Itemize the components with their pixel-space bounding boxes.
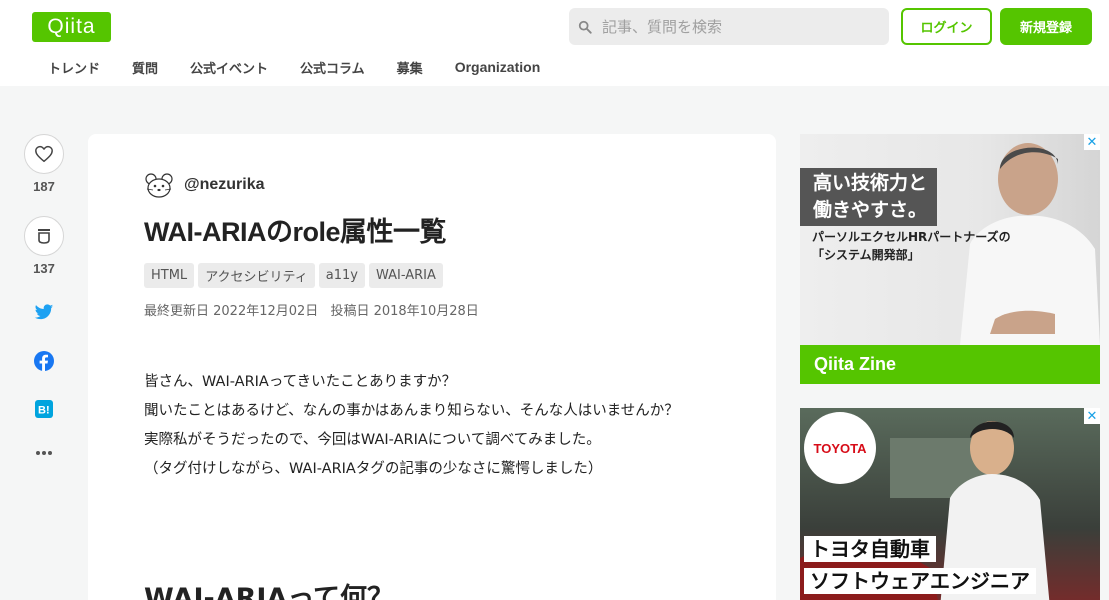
twitter-share[interactable] [24,304,64,321]
tag-list: HTML アクセシビリティ a11y WAI-ARIA [144,263,447,288]
ad-caption-1: トヨタ自動車 [804,536,936,562]
nav-item-recruiting[interactable]: 募集 [397,58,423,77]
nav-item-questions[interactable]: 質問 [132,58,158,77]
sidebar-ad-toyota[interactable]: TOYOTA トヨタ自動車 ソフトウェアエンジニア ✕ [800,408,1100,600]
stock-button[interactable] [24,216,64,256]
nav-item-official-columns[interactable]: 公式コラム [300,58,365,77]
ad-subtext-line-1: パーソルエクセルHRパートナーズの [812,230,1011,244]
paragraph: （タグ付けしながら、WAI-ARIAタグの記事の少なさに驚愕しました） [144,461,603,477]
svg-text:B!: B! [38,405,50,417]
heart-icon [35,145,53,163]
ad-close-icon[interactable]: ✕ [1084,408,1100,424]
qiita-logo[interactable]: Qiita [32,12,111,42]
tag-a11y[interactable]: a11y [318,263,365,288]
tag-html[interactable]: HTML [144,263,195,288]
signup-button[interactable]: 新規登録 [1000,8,1092,45]
section-heading: WAI-ARIAって何？ [144,583,394,600]
paragraph: 聞いたことはあるけど、なんの事かはあんまり知らない、そんな人はいませんか？ [144,403,679,419]
article-card: @nezurika WAI-ARIAのrole属性一覧 HTML アクセシビリテ… [88,134,776,600]
tag-accessibility[interactable]: アクセシビリティ [198,263,315,288]
toyota-logo: TOYOTA [804,412,876,484]
ad-subtext-line-2: 「システム開発部」 [812,248,920,262]
like-button[interactable] [24,134,64,174]
search-box[interactable] [569,8,889,45]
like-count: 187 [33,179,55,194]
ad-caption-2: ソフトウェアエンジニア [804,568,1036,594]
stock-count: 137 [33,261,55,276]
ad-headline-2: 働きやすさ。 [800,195,938,226]
hatena-bookmark-icon: B! [35,400,53,418]
nav-item-trend[interactable]: トレンド [48,58,100,77]
more-button[interactable] [24,450,64,456]
facebook-share[interactable] [24,351,64,371]
ad-footer-qiita-zine: Qiita Zine [800,345,1100,384]
nav-item-organization[interactable]: Organization [455,59,541,75]
ad-subtext: パーソルエクセルHRパートナーズの 「システム開発部」 [812,228,1011,264]
paragraph: 皆さん、WAI-ARIAってきいたことありますか？ [144,374,457,390]
twitter-icon [34,304,54,320]
facebook-icon [34,351,54,371]
article-dates: 最終更新日 2022年12月02日 投稿日 2018年10月28日 [144,300,487,319]
more-icon [36,451,52,455]
article-title: WAI-ARIAのrole属性一覧 [144,217,447,247]
author-avatar[interactable] [144,170,174,200]
stock-icon [38,229,50,244]
site-header: Qiita ログイン 新規登録 トレンド 質問 公式イベント 公式コラム 募集 … [0,0,1109,86]
search-icon [578,20,592,34]
updated-date: 最終更新日 2022年12月02日 [144,304,319,319]
article-body: 皆さん、WAI-ARIAってきいたことありますか？ 聞いたことはあるけど、なんの… [144,368,714,484]
search-input[interactable] [602,17,872,36]
ad-close-icon[interactable]: ✕ [1084,134,1100,150]
paragraph: 実際私がそうだったので、今回はWAI-ARIAについて調べてみました。 [144,432,601,448]
author-info[interactable]: @nezurika [144,170,265,200]
sidebar-ad-qiita-zine[interactable]: 高い技術力と 働きやすさ。 パーソルエクセルHRパートナーズの 「システム開発部… [800,134,1100,384]
login-button[interactable]: ログイン [901,8,992,45]
tag-wai-aria[interactable]: WAI-ARIA [368,263,443,288]
main-nav: トレンド 質問 公式イベント 公式コラム 募集 Organization [32,57,556,77]
author-name[interactable]: @nezurika [184,176,265,194]
nav-item-official-events[interactable]: 公式イベント [190,58,268,77]
posted-date: 投稿日 2018年10月28日 [330,304,479,319]
hatena-share[interactable]: B! [24,400,64,418]
